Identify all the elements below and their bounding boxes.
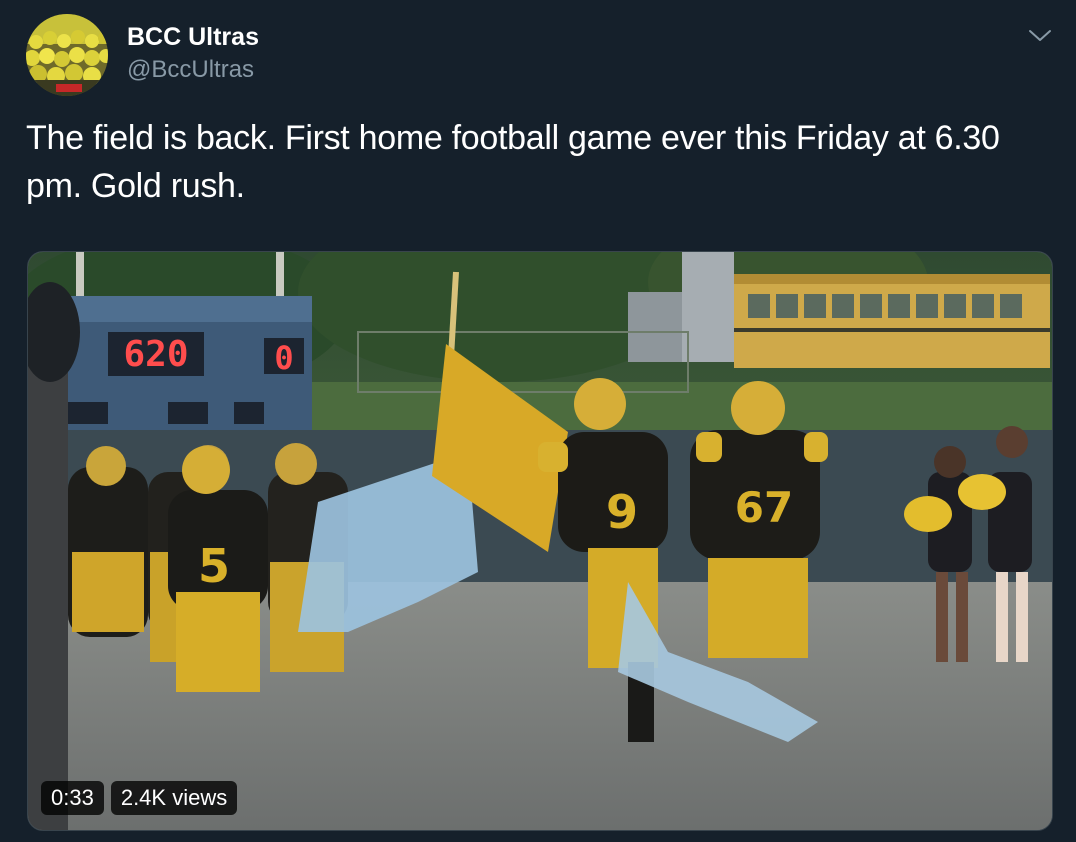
school-bus <box>734 274 1050 368</box>
scoreboard-guest-score: 0 <box>274 339 293 377</box>
jersey-number: 9 <box>606 485 638 539</box>
chevron-down-icon <box>1029 30 1051 41</box>
video-player[interactable]: 620 0 5 9 67 0:33 2.4K views <box>27 251 1053 831</box>
crowd-avatar-icon <box>26 14 108 96</box>
jersey-number: 67 <box>735 483 793 532</box>
scoreboard-home-score: 620 <box>123 334 188 375</box>
tweet-text: The field is back. First home football g… <box>26 119 1000 205</box>
author-display-name[interactable]: BCC Ultras <box>127 23 259 52</box>
video-duration: 0:33 <box>41 781 104 815</box>
author-handle[interactable]: @BccUltras <box>127 56 254 84</box>
jersey-number: 5 <box>198 539 230 593</box>
tweet-card: BCC Ultras @BccUltras The field is back.… <box>0 0 1076 842</box>
video-frame: 620 0 5 9 67 <box>28 252 1052 830</box>
video-overlay-badges: 0:33 2.4K views <box>41 781 238 815</box>
video-views: 2.4K views <box>110 781 238 815</box>
profile-avatar[interactable] <box>26 14 108 96</box>
tweet-menu-button[interactable] <box>1026 24 1054 46</box>
